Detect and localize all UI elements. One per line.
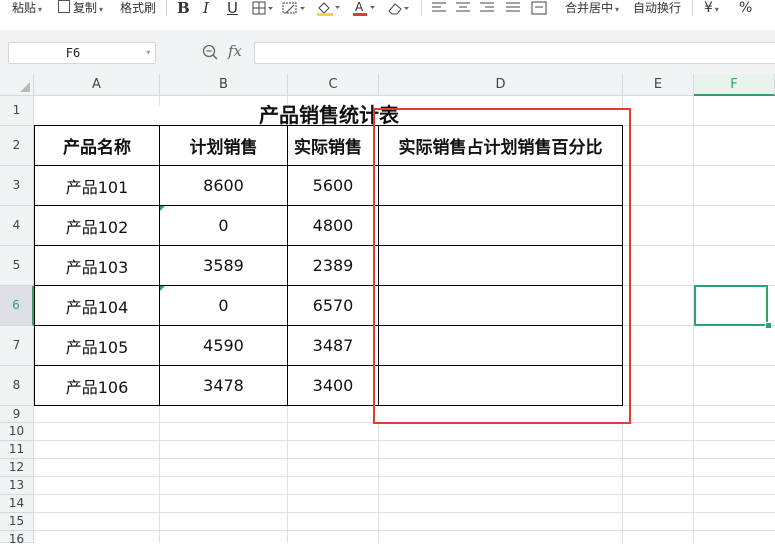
merge-center-button[interactable]: 合并居中 ▾ [565,0,619,16]
svg-text:A: A [355,0,364,14]
align-left-icon[interactable] [432,0,446,16]
paste-button[interactable]: 粘贴 ▾ [12,0,42,16]
underline-icon[interactable]: U [227,0,238,16]
cell-b3[interactable]: 8600 [160,166,287,205]
row-header-9[interactable]: 9 [0,406,34,423]
name-box-value: F6 [65,46,81,60]
paste-label: 粘贴 [12,1,37,15]
error-indicator-icon[interactable] [160,206,165,211]
column-header-f[interactable]: F [694,74,775,96]
error-indicator-icon[interactable] [160,286,165,291]
copy-button[interactable]: 复制 ▾ [58,0,103,16]
justify-icon[interactable] [506,0,520,16]
cell-a4[interactable]: 产品102 [35,206,159,245]
cell-style-icon[interactable] [282,0,308,16]
cell-a5[interactable]: 产品103 [35,246,159,285]
row-header-15[interactable]: 15 [0,513,34,531]
currency-icon: ¥ [704,0,713,16]
percent-icon: % [739,0,753,16]
row-header-8[interactable]: 8 [0,366,34,406]
row-header-1[interactable]: 1 [0,96,34,126]
header-cell-product-name[interactable]: 产品名称 [35,126,159,165]
toolbar-divider [166,0,167,16]
format-painter-label: 格式刷 [120,1,157,15]
row-header-16[interactable]: 16 [0,531,34,546]
copy-icon [58,0,70,13]
row-header-4[interactable]: 4 [0,206,34,246]
fill-handle[interactable] [765,322,772,329]
cell-c5[interactable]: 2389 [288,246,378,285]
formula-input[interactable] [254,42,775,64]
row-header-7[interactable]: 7 [0,326,34,366]
cell-a7[interactable]: 产品105 [35,326,159,365]
eraser-icon[interactable] [386,0,412,16]
chevron-down-icon: ▾ [714,5,719,14]
format-painter-button[interactable]: 格式刷 [120,0,156,16]
cell-b7[interactable]: 4590 [160,326,287,365]
border-icon[interactable] [252,0,274,16]
distributed-align-icon[interactable] [531,0,547,16]
highlight-box [373,108,631,424]
toolbar-divider [692,0,693,16]
column-header-c[interactable]: C [288,74,379,96]
row-header-12[interactable]: 12 [0,459,34,477]
italic-icon[interactable]: I [203,0,209,16]
row-header-3[interactable]: 3 [0,166,34,206]
name-box[interactable]: F6 ▾ [8,42,156,64]
column-header-d[interactable]: D [379,74,623,96]
fx-icon[interactable]: fx [228,42,242,60]
row-header-6[interactable]: 6 [0,286,34,326]
header-cell-actual-sales[interactable]: 实际销售 [288,126,378,165]
zoom-icon[interactable] [202,44,220,64]
fill-color-icon[interactable] [316,0,342,16]
column-header-e[interactable]: E [623,74,694,96]
cell-b6[interactable]: 0 [160,286,287,325]
chevron-down-icon: ▾ [615,5,620,14]
cell-c4[interactable]: 4800 [288,206,378,245]
column-header-b[interactable]: B [160,74,288,96]
align-center-icon[interactable] [456,0,470,16]
cell-b4[interactable]: 0 [160,206,287,245]
chevron-down-icon: ▾ [38,5,43,14]
cell-a6[interactable]: 产品104 [35,286,159,325]
cell-b5[interactable]: 3589 [160,246,287,285]
row-header-14[interactable]: 14 [0,495,34,513]
percent-button[interactable]: % [739,0,752,16]
cell-c6[interactable]: 6570 [288,286,378,325]
font-color-icon[interactable]: A [352,0,378,16]
toolbar-divider [421,0,422,16]
align-right-icon[interactable] [480,0,494,16]
header-cell-planned-sales[interactable]: 计划销售 [160,126,287,165]
select-all-icon [20,82,30,92]
merge-center-label: 合并居中 [565,1,614,15]
ribbon-toolbar: 粘贴 ▾ 复制 ▾ 格式刷 B I U A 合并居中 ▾ 自动换行 ¥ ▾ % [0,0,775,30]
column-header-a[interactable]: A [34,74,160,96]
bold-icon[interactable]: B [177,0,190,16]
cell-c3[interactable]: 5600 [288,166,378,205]
chevron-down-icon[interactable]: ▾ [146,43,151,63]
currency-button[interactable]: ¥ ▾ [704,0,719,16]
cell-c8[interactable]: 3400 [288,366,378,405]
cell-b8[interactable]: 3478 [160,366,287,405]
row-header-11[interactable]: 11 [0,441,34,459]
cell-a8[interactable]: 产品106 [35,366,159,405]
row-header-13[interactable]: 13 [0,477,34,495]
cell-c7[interactable]: 3487 [288,326,378,365]
wrap-text-button[interactable]: 自动换行 [633,0,681,16]
copy-label: 复制 [73,1,98,15]
row-header-2[interactable]: 2 [0,126,34,166]
chevron-down-icon: ▾ [99,5,104,14]
wrap-text-label: 自动换行 [633,1,682,15]
row-header-10[interactable]: 10 [0,423,34,441]
active-cell-f6[interactable] [694,285,768,326]
cell-a3[interactable]: 产品101 [35,166,159,205]
row-header-5[interactable]: 5 [0,246,34,286]
